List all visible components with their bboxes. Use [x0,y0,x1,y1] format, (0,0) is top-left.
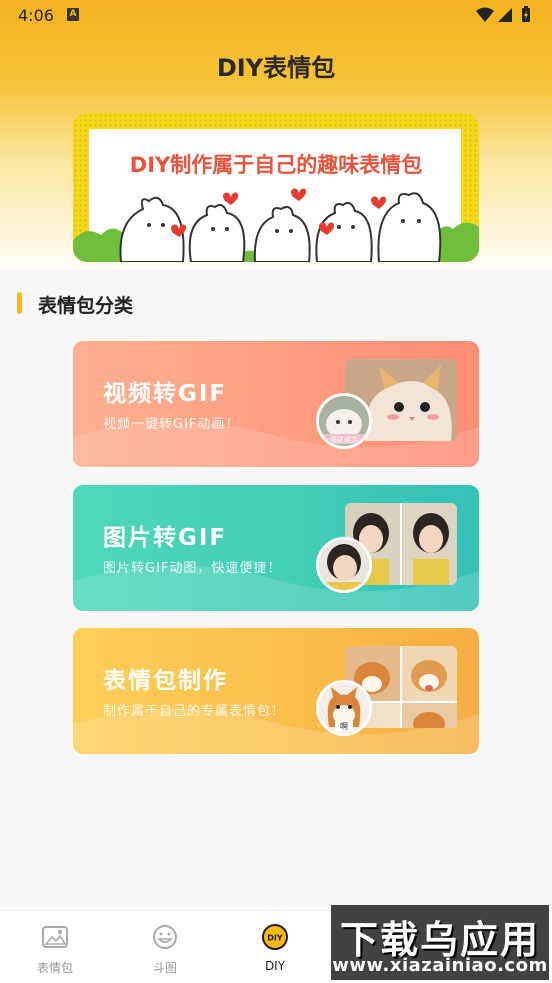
card-title: 图片转GIF [103,525,228,551]
card-title: 表情包制作 [103,668,228,694]
video-to-gif-card[interactable]: 视频转GIF 视频一键转GIF动画！ 强达成共 [73,341,479,467]
nav-label: 表情包 [36,961,73,975]
nav-label: 斗图 [152,961,177,975]
banner[interactable]: DIY制作属于自己的趣味表情包 [73,113,479,262]
card-subtitle: 图片转GIF动图，快速便捷！ [103,561,282,576]
card-subtitle: 制作属于自己的专属表情包！ [103,704,286,719]
nav-label: DIY [264,959,286,973]
system-status-icons [476,6,530,22]
card-title: 视频转GIF [103,381,228,407]
card-subtitle: 视频一键转GIF动画！ [103,417,240,432]
notification-icon: A [67,8,79,21]
signal-icon [498,8,512,22]
girl-avatar [316,537,372,593]
status-time: 4:06 [18,6,54,25]
diy-badge-icon: DIY [262,924,288,950]
avatar-caption: 啊 [340,722,348,731]
wifi-icon [476,7,494,22]
cat-avatar: 强达成共 [316,393,372,449]
smiley-icon [153,925,177,949]
section-title: 表情包分类 [38,295,134,317]
status-bar: 4:06 A [0,0,552,32]
shiba-avatar: 啊 [316,680,372,736]
nav-item-diy[interactable]: DIY DIY [220,911,330,983]
svg-text:DIY: DIY [267,934,283,943]
meme-maker-card[interactable]: 表情包制作 制作属于自己的专属表情包！ 啊 [73,628,479,754]
banner-cats-illustration [73,188,479,262]
image-icon [42,926,68,948]
watermark: 下载乌应用 www.xiazainiao.com [331,905,549,980]
nav-item-memes[interactable]: 表情包 [0,911,110,983]
section-accent-bar [17,292,22,314]
avatar-caption: 强达成共 [330,435,358,444]
nav-item-battle[interactable]: 斗图 [110,911,220,983]
watermark-url: www.xiazainiao.com [332,955,548,976]
image-to-gif-card[interactable]: 图片转GIF 图片转GIF动图，快速便捷！ [73,485,479,611]
page-title: DIY表情包 [216,54,336,82]
